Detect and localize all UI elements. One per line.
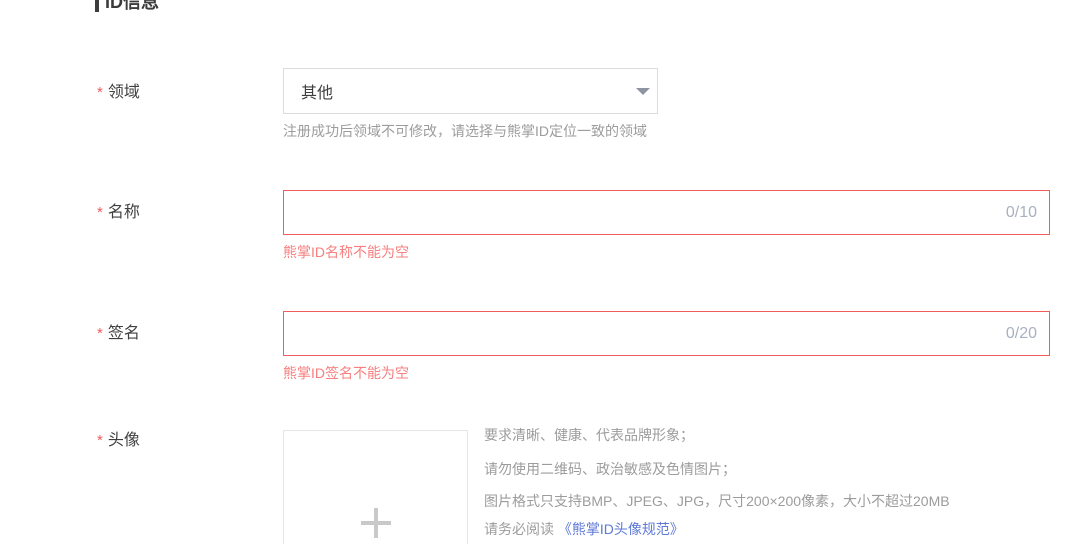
- required-asterisk: *: [97, 84, 103, 101]
- avatar-label: * 头像: [97, 432, 140, 450]
- domain-select-value: 其他: [301, 85, 334, 102]
- domain-label: * 领域: [97, 84, 140, 102]
- signature-input-wrap: 0/20: [283, 311, 1050, 356]
- required-asterisk: *: [97, 204, 103, 221]
- avatar-tip-1: 要求清晰、健康、代表品牌形象；: [484, 427, 694, 443]
- domain-helper-text: 注册成功后领域不可修改，请选择与熊掌ID定位一致的领域: [283, 123, 647, 139]
- required-asterisk: *: [97, 325, 103, 342]
- title-accent-bar-icon: [95, 0, 99, 12]
- name-label-text: 名称: [107, 204, 140, 221]
- signature-char-counter: 0/20: [1005, 324, 1037, 342]
- avatar-notice-line: 请务必阅读 《熊掌ID头像规范》: [484, 521, 684, 537]
- plus-icon: [360, 507, 391, 538]
- avatar-notice-prefix: 请务必阅读: [484, 521, 558, 537]
- section-title-text: ID信息: [105, 0, 159, 12]
- name-error-text: 熊掌ID名称不能为空: [283, 244, 409, 260]
- signature-label-text: 签名: [107, 325, 140, 342]
- avatar-spec-link[interactable]: 《熊掌ID头像规范》: [558, 521, 684, 537]
- name-input-wrap: 0/10: [283, 190, 1050, 235]
- name-input[interactable]: [284, 191, 1006, 234]
- signature-error-text: 熊掌ID签名不能为空: [283, 365, 409, 381]
- required-asterisk: *: [97, 432, 103, 449]
- avatar-tip-3: 图片格式只支持BMP、JPEG、JPG，尺寸200×200像素，大小不超过20M…: [484, 493, 950, 509]
- domain-label-text: 领域: [107, 84, 140, 101]
- name-label: * 名称: [97, 204, 140, 222]
- avatar-label-text: 头像: [107, 432, 140, 449]
- chevron-down-icon: [636, 88, 650, 95]
- avatar-upload-box[interactable]: [283, 430, 468, 544]
- signature-input[interactable]: [284, 312, 1006, 355]
- name-char-counter: 0/10: [1005, 203, 1037, 221]
- section-title: ID信息: [95, 0, 159, 13]
- signature-label: * 签名: [97, 325, 140, 343]
- avatar-tip-2: 请勿使用二维码、政治敏感及色情图片；: [484, 461, 736, 477]
- id-info-form-page: ID信息 * 领域 其他 注册成功后领域不可修改，请选择与熊掌ID定位一致的领域 …: [0, 0, 1073, 544]
- domain-select[interactable]: 其他: [283, 68, 658, 114]
